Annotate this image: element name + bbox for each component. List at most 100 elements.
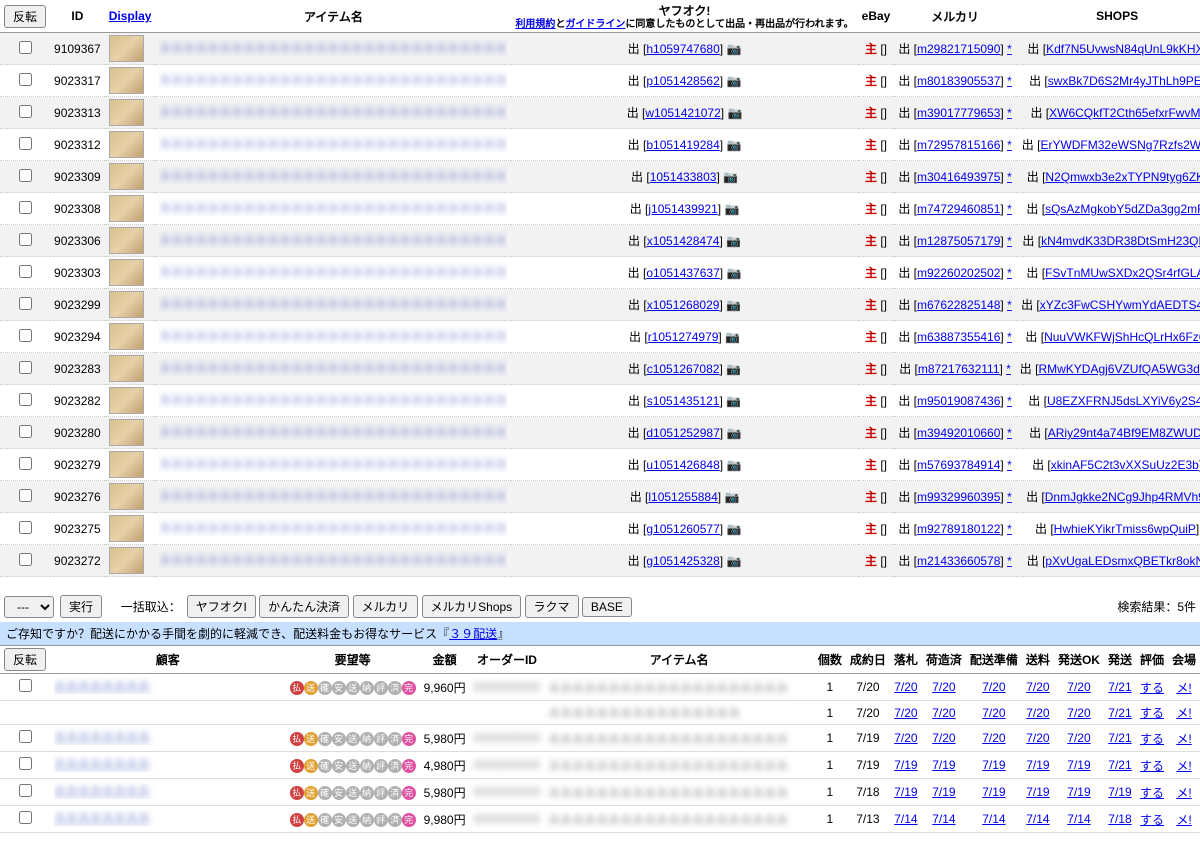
mercari-link[interactable]: m12875057179	[917, 234, 1000, 248]
order-checkbox[interactable]	[19, 784, 32, 797]
star-link[interactable]: *	[1007, 106, 1012, 120]
row-checkbox[interactable]	[19, 425, 32, 438]
row-checkbox[interactable]	[19, 41, 32, 54]
terms-link[interactable]: 利用規約	[515, 19, 555, 30]
shops-link[interactable]: FSvTnMUwSXDx2QSr4rfGLA	[1045, 266, 1200, 280]
mercari-link[interactable]: m67622825148	[917, 298, 1000, 312]
item-name[interactable]: あああああああああああああああああああああああああああああ	[159, 295, 507, 312]
item-name[interactable]: あああああああああああああああああああああああああああああ	[159, 39, 507, 56]
item-name[interactable]: あああああああああああああああああああああああああああああ	[159, 167, 507, 184]
yahoo-link[interactable]: c1051267082	[647, 362, 720, 376]
item-name[interactable]: あああああああああああああああああああああああああああああ	[159, 71, 507, 88]
shops-link[interactable]: ErYWDFM32eWSNg7Rzfs2WX	[1040, 138, 1200, 152]
item-name[interactable]: あああああああああああああああああああああああああああああ	[159, 423, 507, 440]
star-link[interactable]: *	[1007, 266, 1012, 280]
order-checkbox[interactable]	[19, 811, 32, 824]
shops-link[interactable]: NuuVWKFWjShHcQLrHx6Fz6	[1044, 330, 1200, 344]
order-checkbox[interactable]	[19, 679, 32, 692]
thumbnail[interactable]	[109, 35, 144, 62]
shops-link[interactable]: HwhieKYikrTmiss6wpQuiP	[1054, 522, 1196, 536]
shops-link[interactable]: xYZc3FwCSHYwmYdAEDTS43	[1040, 298, 1200, 312]
star-link[interactable]: *	[1007, 74, 1012, 88]
row-checkbox[interactable]	[19, 137, 32, 150]
mercari-link[interactable]: m21433660578	[917, 554, 1000, 568]
row-checkbox[interactable]	[19, 105, 32, 118]
bulk-ヤフオクI[interactable]: ヤフオクI	[187, 595, 256, 618]
mercari-link[interactable]: m87217632111	[918, 362, 1000, 376]
star-link[interactable]: *	[1007, 202, 1012, 216]
star-link[interactable]: *	[1007, 42, 1012, 56]
star-link[interactable]: *	[1006, 362, 1011, 376]
thumbnail[interactable]	[109, 99, 144, 126]
row-checkbox[interactable]	[19, 393, 32, 406]
mercari-link[interactable]: m80183905537	[917, 74, 1000, 88]
thumbnail[interactable]	[109, 131, 144, 158]
customer-link[interactable]: ああああああああ	[54, 728, 282, 745]
reverse-button-2[interactable]: 反転	[4, 648, 46, 671]
bulk-select[interactable]: ---	[4, 596, 54, 618]
yahoo-link[interactable]: l1051255884	[648, 490, 717, 504]
star-link[interactable]: *	[1007, 138, 1012, 152]
shops-link[interactable]: kN4mvdK33DR38DtSmH23QM	[1041, 234, 1200, 248]
bulk-BASE[interactable]: BASE	[582, 597, 632, 617]
yahoo-link[interactable]: o1051437637	[646, 266, 719, 280]
row-checkbox[interactable]	[19, 457, 32, 470]
yahoo-link[interactable]: u1051426848	[646, 458, 719, 472]
item-name[interactable]: あああああああああああああああああああああああああああああ	[159, 327, 507, 344]
shops-link[interactable]: ARiy29nt4a74Bf9EM8ZWUD	[1048, 426, 1200, 440]
mercari-link[interactable]: m29821715090	[917, 42, 1000, 56]
shops-link[interactable]: N2Qmwxb3e2xTYPN9tyg6ZK	[1045, 170, 1200, 184]
mercari-link[interactable]: m95019087436	[917, 394, 1000, 408]
reverse-button[interactable]: 反転	[4, 5, 46, 28]
star-link[interactable]: *	[1007, 234, 1012, 248]
exec-button[interactable]: 実行	[60, 595, 102, 618]
customer-link[interactable]: ああああああああ	[54, 677, 282, 694]
row-checkbox[interactable]	[19, 73, 32, 86]
thumbnail[interactable]	[109, 355, 144, 382]
item-name[interactable]: あああああああああああああああああああああああああああああ	[159, 103, 507, 120]
row-checkbox[interactable]	[19, 297, 32, 310]
thumbnail[interactable]	[109, 291, 144, 318]
thumbnail[interactable]	[109, 547, 144, 574]
thumbnail[interactable]	[109, 67, 144, 94]
yahoo-link[interactable]: x1051268029	[647, 298, 720, 312]
item-name[interactable]: あああああああああああああああああああああああああああああ	[159, 135, 507, 152]
item-name[interactable]: あああああああああああああああああああああああああああああ	[159, 199, 507, 216]
row-checkbox[interactable]	[19, 233, 32, 246]
mercari-link[interactable]: m30416493975	[917, 170, 1000, 184]
item-name[interactable]: あああああああああああああああああああああああああああああ	[159, 551, 507, 568]
customer-link[interactable]: ああああああああ	[54, 782, 282, 799]
thumbnail[interactable]	[109, 259, 144, 286]
star-link[interactable]: *	[1007, 426, 1012, 440]
shipping-link[interactable]: ３９配送	[449, 627, 497, 641]
thumbnail[interactable]	[109, 323, 144, 350]
star-link[interactable]: *	[1007, 458, 1012, 472]
thumbnail[interactable]	[109, 483, 144, 510]
row-checkbox[interactable]	[19, 329, 32, 342]
customer-link[interactable]: ああああああああ	[54, 809, 282, 826]
shops-link[interactable]: swxBk7D6S2Mr4yJThLh9PE	[1048, 74, 1200, 88]
row-checkbox[interactable]	[19, 521, 32, 534]
star-link[interactable]: *	[1007, 170, 1012, 184]
yahoo-link[interactable]: s1051435121	[647, 394, 720, 408]
shops-link[interactable]: RMwKYDAgj6VZUfQA5WG3dW	[1038, 362, 1200, 376]
order-checkbox[interactable]	[19, 730, 32, 743]
thumbnail[interactable]	[109, 515, 144, 542]
bulk-メルカリ[interactable]: メルカリ	[353, 595, 419, 618]
shops-link[interactable]: pXvUgaLEDsmxQBETkr8okN	[1045, 554, 1200, 568]
thumbnail[interactable]	[109, 387, 144, 414]
item-name[interactable]: あああああああああああああああああああああああああああああ	[159, 487, 507, 504]
yahoo-link[interactable]: r1051274979	[648, 330, 719, 344]
thumbnail[interactable]	[109, 195, 144, 222]
guideline-link[interactable]: ガイドライン	[565, 19, 625, 30]
item-name[interactable]: あああああああああああああああああああああああああああああ	[159, 263, 507, 280]
shops-link[interactable]: sQsAzMgkobY5dZDa3gg2mF	[1045, 202, 1200, 216]
bulk-かんたん決済[interactable]: かんたん決済	[259, 595, 349, 618]
yahoo-link[interactable]: x1051428474	[647, 234, 720, 248]
bulk-メルカリShops[interactable]: メルカリShops	[422, 595, 522, 618]
mercari-link[interactable]: m74729460851	[917, 202, 1000, 216]
mercari-link[interactable]: m72957815166	[917, 138, 1000, 152]
row-checkbox[interactable]	[19, 265, 32, 278]
yahoo-link[interactable]: g1051260577	[646, 522, 719, 536]
thumbnail[interactable]	[109, 163, 144, 190]
